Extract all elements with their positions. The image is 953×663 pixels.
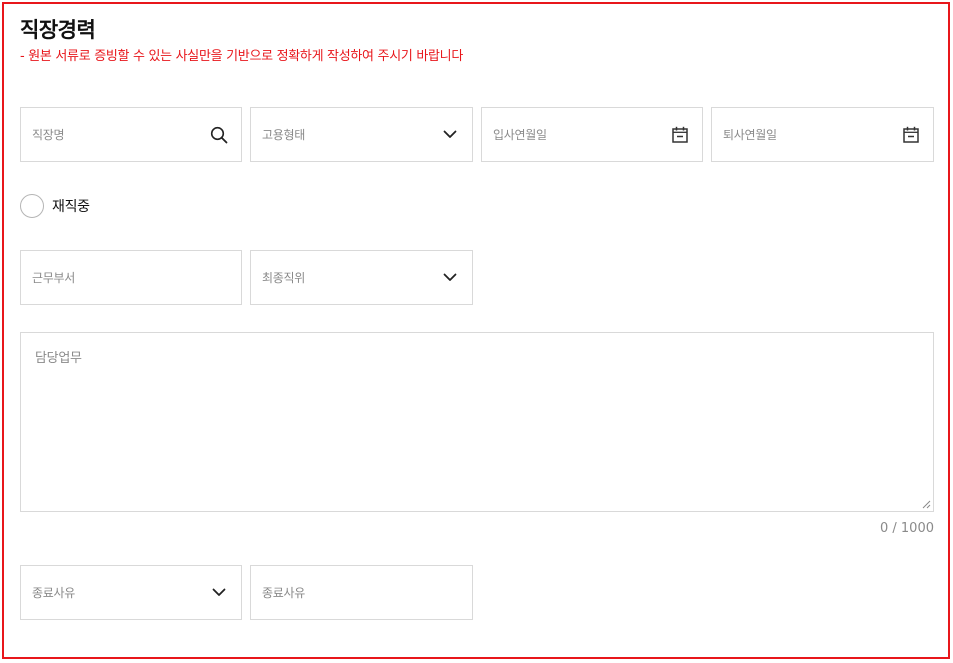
currently-employed-option[interactable]: 재직중: [20, 194, 90, 218]
department-input[interactable]: 근무부서: [20, 250, 242, 305]
department-placeholder: 근무부서: [32, 271, 75, 285]
leave-date-input[interactable]: 퇴사연월일: [711, 107, 934, 162]
duties-char-counter: 0 / 1000: [880, 521, 934, 536]
career-section-frame: [2, 2, 950, 659]
leave-reason-select[interactable]: 종료사유: [20, 565, 242, 620]
duties-textarea[interactable]: 담당업무: [20, 332, 934, 512]
chevron-down-icon: [439, 267, 461, 289]
calendar-icon[interactable]: [900, 124, 922, 146]
chevron-down-icon: [439, 124, 461, 146]
final-position-placeholder: 최종직위: [262, 271, 305, 285]
leave-reason-select-placeholder: 종료사유: [32, 586, 75, 600]
employment-type-select[interactable]: 고용형태: [250, 107, 473, 162]
join-date-input[interactable]: 입사연월일: [481, 107, 703, 162]
join-date-placeholder: 입사연월일: [493, 128, 547, 142]
section-title: 직장경력: [20, 18, 96, 42]
employment-type-placeholder: 고용형태: [262, 128, 305, 142]
resize-handle-icon[interactable]: [922, 500, 931, 509]
leave-reason-input[interactable]: 종료사유: [250, 565, 473, 620]
search-icon[interactable]: [208, 124, 230, 146]
duties-placeholder: 담당업무: [35, 351, 82, 366]
company-name-input[interactable]: 직장명: [20, 107, 242, 162]
company-name-placeholder: 직장명: [32, 128, 65, 142]
chevron-down-icon: [208, 582, 230, 604]
currently-employed-label: 재직중: [52, 199, 90, 215]
currently-employed-radio[interactable]: [20, 194, 44, 218]
leave-reason-input-placeholder: 종료사유: [262, 586, 305, 600]
final-position-select[interactable]: 최종직위: [250, 250, 473, 305]
leave-date-placeholder: 퇴사연월일: [723, 128, 777, 142]
section-notice: - 원본 서류로 증빙할 수 있는 사실만을 기반으로 정확하게 작성하여 주시…: [20, 49, 463, 64]
calendar-icon[interactable]: [669, 124, 691, 146]
